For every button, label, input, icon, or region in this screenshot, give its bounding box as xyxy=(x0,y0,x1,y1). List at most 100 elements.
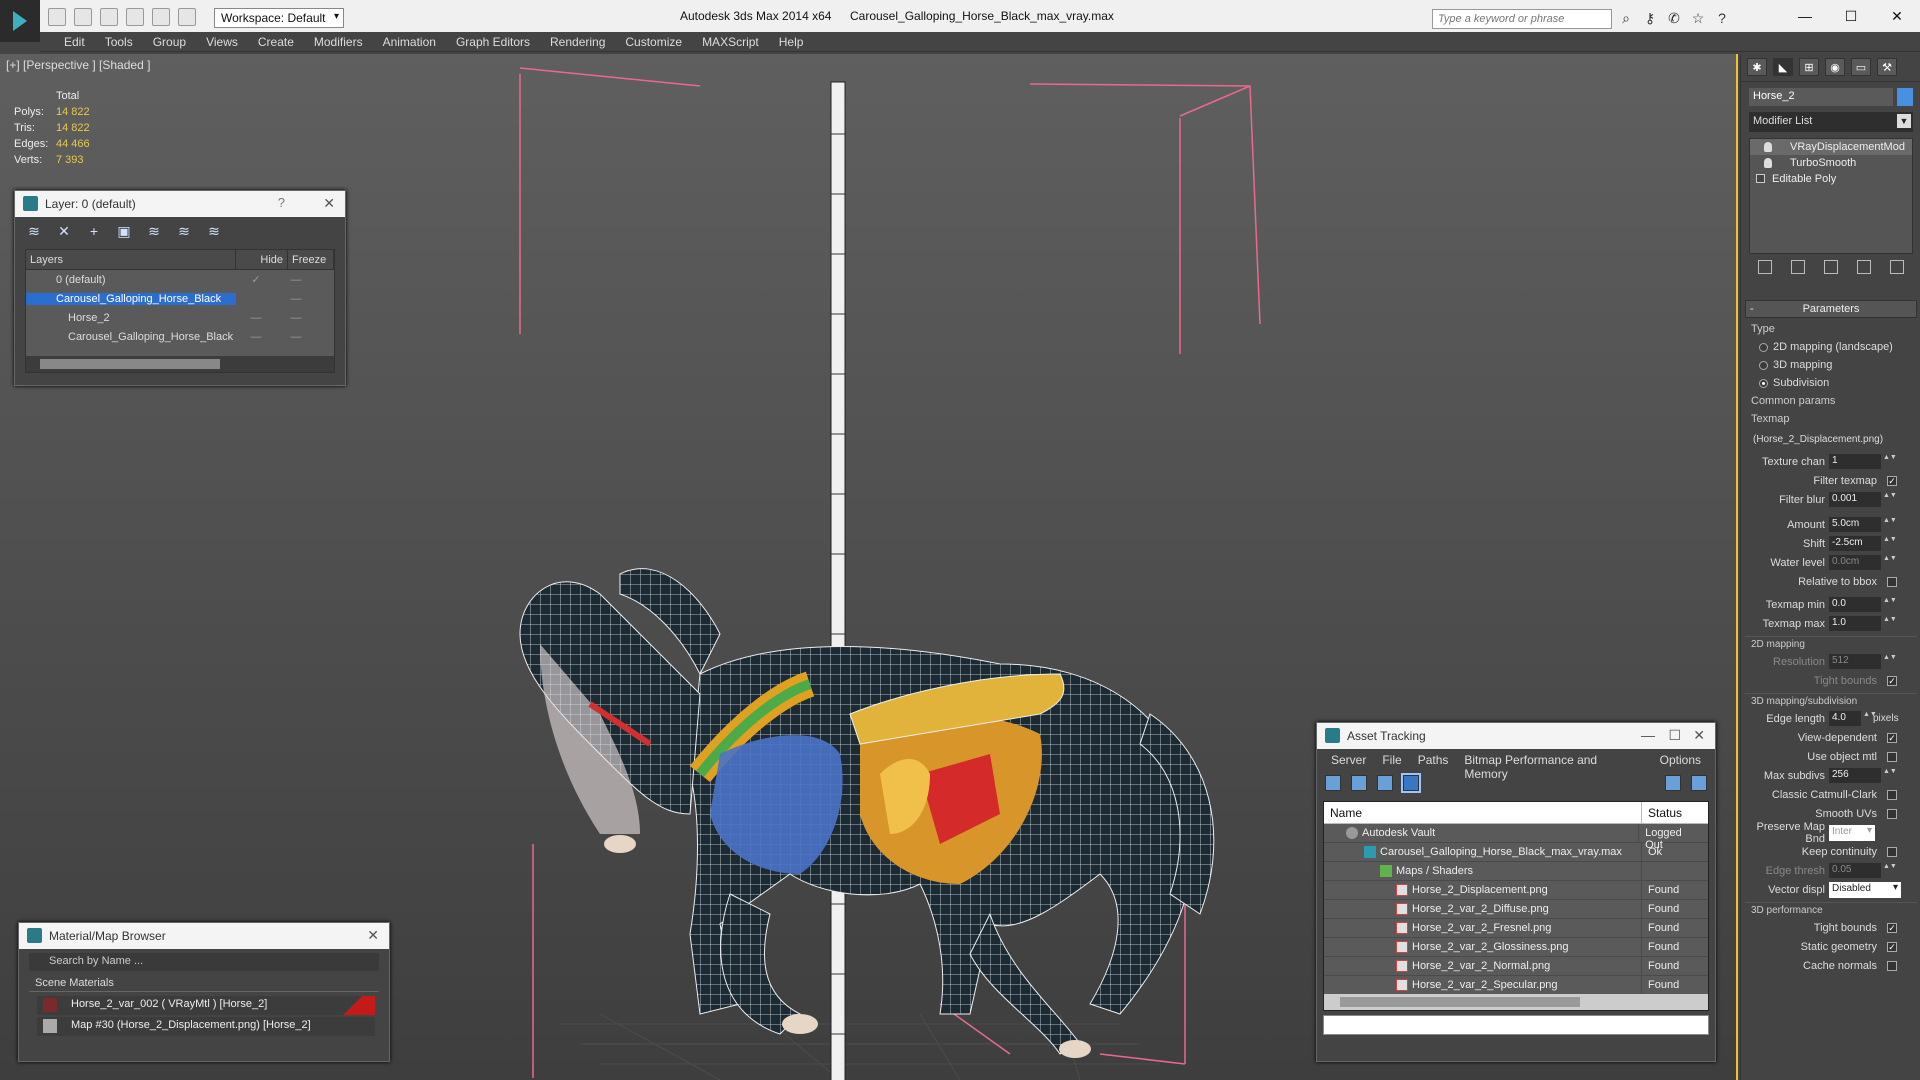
hierarchy-tab-icon[interactable]: ⊞ xyxy=(1799,58,1819,76)
smooth-uvs-checkbox[interactable] xyxy=(1887,808,1897,819)
column-header-hide[interactable]: Hide xyxy=(236,250,288,269)
spinner-arrows-icon[interactable]: ▲▼ xyxy=(1863,711,1877,726)
tight-bounds-checkbox[interactable]: ✓ xyxy=(1887,675,1897,686)
tree-view-icon[interactable] xyxy=(1377,775,1393,791)
table-row[interactable]: Carousel_Galloping_Horse_Black_max_vray.… xyxy=(1324,843,1708,862)
radio-3d-mapping[interactable]: 3D mapping xyxy=(1745,356,1917,374)
column-header-name[interactable]: Name xyxy=(1324,802,1642,823)
highlight-icon[interactable] xyxy=(1691,775,1707,791)
list-view-icon[interactable] xyxy=(1351,775,1367,791)
max-subdivs-spinner[interactable]: 256 xyxy=(1829,768,1881,783)
create-tab-icon[interactable]: ✱ xyxy=(1747,58,1767,76)
view-dependent-checkbox[interactable]: ✓ xyxy=(1887,732,1897,743)
static-geometry-checkbox[interactable]: ✓ xyxy=(1887,941,1897,952)
communication-icon[interactable]: ✆ xyxy=(1666,10,1682,26)
layer-row[interactable]: Carousel_Galloping_Horse_Black — xyxy=(26,289,334,308)
layer-freeze-toggle[interactable]: — xyxy=(276,293,316,305)
asset-tracking-titlebar[interactable]: Asset Tracking — ☐ ✕ xyxy=(1317,723,1715,749)
layer-freeze-toggle[interactable]: — xyxy=(276,274,316,286)
project-folder-icon[interactable] xyxy=(178,8,196,26)
relative-bbox-checkbox[interactable] xyxy=(1887,576,1897,587)
subscription-icon[interactable]: ⚷ xyxy=(1642,10,1658,26)
display-tab-icon[interactable]: ▭ xyxy=(1851,58,1871,76)
spinner-arrows-icon[interactable]: ▲▼ xyxy=(1883,536,1897,551)
resolution-spinner[interactable]: 512 xyxy=(1829,654,1881,669)
menu-create[interactable]: Create xyxy=(248,32,304,51)
use-object-mtl-checkbox[interactable] xyxy=(1887,751,1897,762)
help-icon[interactable]: ? xyxy=(1714,10,1730,26)
layer-row[interactable]: Carousel_Galloping_Horse_Black — — xyxy=(26,327,334,346)
add-to-layer-icon[interactable]: + xyxy=(85,223,103,239)
remove-modifier-icon[interactable] xyxy=(1856,260,1871,274)
layer-row[interactable]: 0 (default) ✓ — xyxy=(26,270,334,289)
spinner-arrows-icon[interactable]: ▲▼ xyxy=(1883,555,1897,570)
spinner-arrows-icon[interactable]: ▲▼ xyxy=(1883,654,1897,669)
spinner-arrows-icon[interactable]: ▲▼ xyxy=(1883,768,1897,783)
shift-spinner[interactable]: -2.5cm xyxy=(1829,536,1881,551)
table-view-icon[interactable] xyxy=(1401,773,1421,793)
close-button[interactable]: ✕ xyxy=(1874,0,1920,32)
configure-modifier-sets-icon[interactable] xyxy=(1889,260,1904,274)
table-row[interactable]: Horse_2_var_2_Glossiness.png Found xyxy=(1324,938,1708,957)
create-layer-icon[interactable]: ≋ xyxy=(25,223,43,239)
perf-tight-bounds-checkbox[interactable]: ✓ xyxy=(1887,922,1897,933)
menu-rendering[interactable]: Rendering xyxy=(540,32,615,51)
help-icon[interactable] xyxy=(1665,775,1681,791)
amount-spinner[interactable]: 5.0cm xyxy=(1829,517,1881,532)
radio-2d-mapping[interactable]: 2D mapping (landscape) xyxy=(1745,338,1917,356)
close-icon[interactable]: ✕ xyxy=(367,927,379,944)
viewport-label[interactable]: [+] [Perspective ] [Shaded ] xyxy=(6,58,150,72)
object-color-swatch[interactable] xyxy=(1897,88,1913,106)
workspace-select[interactable]: Workspace: Default ▾ xyxy=(214,8,344,28)
menu-bitmap-performance[interactable]: Bitmap Performance and Memory xyxy=(1456,753,1651,781)
layer-freeze-toggle[interactable]: — xyxy=(276,312,316,324)
column-header-freeze[interactable]: Freeze xyxy=(288,250,334,269)
app-logo-icon[interactable] xyxy=(0,0,40,42)
material-item[interactable]: Horse_2_var_002 ( VRayMtl ) [Horse_2] xyxy=(37,996,375,1015)
table-row[interactable]: Horse_2_var_2_Specular.png Found xyxy=(1324,976,1708,995)
redo-icon[interactable] xyxy=(152,8,170,26)
table-row[interactable]: Horse_2_var_2_Fresnel.png Found xyxy=(1324,919,1708,938)
stack-item[interactable]: VRayDisplacementMod xyxy=(1750,139,1912,155)
asset-status-field[interactable] xyxy=(1323,1015,1709,1035)
filter-blur-spinner[interactable]: 0.001 xyxy=(1829,492,1881,507)
minimize-button[interactable]: — xyxy=(1782,0,1828,32)
menu-tools[interactable]: Tools xyxy=(95,32,143,51)
material-browser-titlebar[interactable]: Material/Map Browser ✕ xyxy=(19,923,389,949)
texmap-button[interactable]: (Horse_2_Displacement.png) xyxy=(1751,431,1911,449)
menu-views[interactable]: Views xyxy=(196,32,248,51)
column-header-layers[interactable]: Layers xyxy=(26,250,236,269)
close-icon[interactable]: ✕ xyxy=(1693,727,1705,744)
radio-subdivision[interactable]: Subdivision xyxy=(1745,374,1917,392)
keep-continuity-checkbox[interactable] xyxy=(1887,846,1897,857)
freeze-all-icon[interactable]: ≋ xyxy=(205,223,223,239)
highlight-layer-icon[interactable]: ≋ xyxy=(145,223,163,239)
table-row[interactable]: Maps / Shaders xyxy=(1324,862,1708,881)
material-item[interactable]: Map #30 (Horse_2_Displacement.png) [Hors… xyxy=(37,1017,375,1036)
spinner-arrows-icon[interactable]: ▲▼ xyxy=(1883,492,1897,507)
layer-row[interactable]: Horse_2 — — xyxy=(26,308,334,327)
save-file-icon[interactable] xyxy=(100,8,118,26)
table-row[interactable]: Horse_2_var_2_Normal.png Found xyxy=(1324,957,1708,976)
menu-maxscript[interactable]: MAXScript xyxy=(692,32,769,51)
open-file-icon[interactable] xyxy=(74,8,92,26)
menu-animation[interactable]: Animation xyxy=(373,32,446,51)
new-file-icon[interactable] xyxy=(48,8,66,26)
select-objects-icon[interactable]: ▣ xyxy=(115,223,133,239)
make-unique-icon[interactable] xyxy=(1823,260,1838,274)
horizontal-scrollbar[interactable] xyxy=(1324,994,1708,1010)
texmap-min-spinner[interactable]: 0.0 xyxy=(1829,597,1881,612)
filter-texmap-checkbox[interactable]: ✓ xyxy=(1887,475,1897,486)
texmap-max-spinner[interactable]: 1.0 xyxy=(1829,616,1881,631)
menu-paths[interactable]: Paths xyxy=(1410,753,1457,767)
vector-displ-dropdown[interactable]: Disabled xyxy=(1829,881,1901,898)
maximize-button[interactable]: ☐ xyxy=(1828,0,1874,32)
menu-edit[interactable]: Edit xyxy=(54,32,95,51)
menu-customize[interactable]: Customize xyxy=(615,32,692,51)
edge-thresh-spinner[interactable]: 0.05 xyxy=(1829,863,1881,878)
lightbulb-icon[interactable] xyxy=(1764,158,1772,168)
edge-length-spinner[interactable]: 4.0 xyxy=(1829,711,1861,726)
menu-modifiers[interactable]: Modifiers xyxy=(304,32,373,51)
table-row[interactable]: Horse_2_var_2_Diffuse.png Found xyxy=(1324,900,1708,919)
table-row[interactable]: Horse_2_Displacement.png Found xyxy=(1324,881,1708,900)
